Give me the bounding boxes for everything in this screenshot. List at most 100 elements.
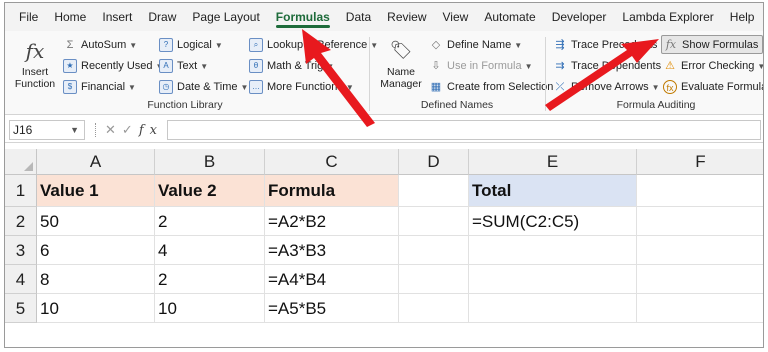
tab-power-pivot[interactable]: Power Pivot xyxy=(762,3,763,31)
logical-button[interactable]: ? Logical ▼ xyxy=(159,36,223,54)
formula-input[interactable] xyxy=(167,120,761,140)
cell-e4[interactable] xyxy=(469,265,637,294)
cell-d3[interactable] xyxy=(399,236,469,265)
recently-used-button[interactable]: ★ Recently Used ▼ xyxy=(63,57,163,75)
autosum-button[interactable]: Σ AutoSum ▼ xyxy=(63,36,138,54)
trace-dependents-button[interactable]: ⇉ Trace Dependents xyxy=(553,57,661,75)
lookup-reference-button[interactable]: ⌕ Lookup & Reference ▼ xyxy=(249,36,378,54)
column-header-d[interactable]: D xyxy=(399,149,469,175)
use-in-formula-button[interactable]: ⇩ Use in Formula ▼ xyxy=(429,57,533,75)
tab-help[interactable]: Help xyxy=(722,3,763,31)
row-header-2[interactable]: 2 xyxy=(5,207,37,236)
insert-function-button[interactable]: fx Insert Function xyxy=(13,39,57,90)
formula-auditing-label: Formula Auditing xyxy=(616,99,696,111)
row-header-4[interactable]: 4 xyxy=(5,265,37,294)
date-time-button[interactable]: ◷ Date & Time ▼ xyxy=(159,78,248,96)
insert-function-icon[interactable]: fx xyxy=(139,123,163,138)
chevron-down-icon: ▼ xyxy=(524,61,533,71)
insert-function-label-2: Function xyxy=(14,78,56,90)
tab-automate[interactable]: Automate xyxy=(476,3,543,31)
tab-developer[interactable]: Developer xyxy=(544,3,615,31)
column-header-a[interactable]: A xyxy=(37,149,155,175)
cell-b3[interactable]: 4 xyxy=(155,236,265,265)
tab-data[interactable]: Data xyxy=(338,3,379,31)
trace-dependents-icon: ⇉ xyxy=(555,60,565,72)
remove-arrows-label: Remove Arrows xyxy=(571,81,649,93)
evaluate-formula-button[interactable]: fx Evaluate Formula xyxy=(663,78,763,96)
financial-button[interactable]: $ Financial ▼ xyxy=(63,78,136,96)
text-button[interactable]: A Text ▼ xyxy=(159,57,208,75)
cell-d4[interactable] xyxy=(399,265,469,294)
tab-lambda-explorer[interactable]: Lambda Explorer xyxy=(614,3,721,31)
cell-d5[interactable] xyxy=(399,294,469,323)
chevron-down-icon[interactable]: ▼ xyxy=(70,121,79,139)
cancel-icon[interactable]: ✕ xyxy=(105,122,122,137)
column-header-f[interactable]: F xyxy=(637,149,763,175)
tab-draw[interactable]: Draw xyxy=(140,3,184,31)
more-functions-button[interactable]: … More Functions ▼ xyxy=(249,78,354,96)
function-library-label: Function Library xyxy=(147,99,223,111)
create-from-selection-button[interactable]: ▦ Create from Selection xyxy=(429,78,554,96)
lookup-reference-label: Lookup & Reference xyxy=(267,39,368,51)
cell-a2[interactable]: 50 xyxy=(37,207,155,236)
enter-icon[interactable]: ✓ xyxy=(122,122,139,137)
cell-e2[interactable]: =SUM(C2:C5) xyxy=(469,207,637,236)
cell-e1[interactable]: Total xyxy=(469,175,637,207)
row-header-3[interactable]: 3 xyxy=(5,236,37,265)
cell-a5[interactable]: 10 xyxy=(37,294,155,323)
row-header-5[interactable]: 5 xyxy=(5,294,37,323)
cell-b4[interactable]: 2 xyxy=(155,265,265,294)
cell-f4[interactable] xyxy=(637,265,763,294)
column-header-b[interactable]: B xyxy=(155,149,265,175)
name-box[interactable]: J16 ▼ xyxy=(9,120,85,140)
name-manager-button[interactable]: 🏷 Name Manager xyxy=(377,39,425,90)
tab-home[interactable]: Home xyxy=(46,3,94,31)
define-name-button[interactable]: ◇ Define Name ▼ xyxy=(429,36,522,54)
spreadsheet-grid: A B C D E F 1 Value 1 Value 2 Formula Total 2 50 2 =A2… xyxy=(5,149,763,347)
remove-arrows-button[interactable]: ⤫ Remove Arrows ▼ xyxy=(553,78,660,96)
cell-f3[interactable] xyxy=(637,236,763,265)
column-header-e[interactable]: E xyxy=(469,149,637,175)
cell-b2[interactable]: 2 xyxy=(155,207,265,236)
cell-e5[interactable] xyxy=(469,294,637,323)
error-checking-button[interactable]: ⚠ Error Checking ▼ xyxy=(663,57,763,75)
lookup-icon: ⌕ xyxy=(249,38,263,52)
show-formulas-button[interactable]: fx Show Formulas xyxy=(661,35,763,54)
row-header-1[interactable]: 1 xyxy=(5,175,37,207)
trace-precedents-button[interactable]: ⇶ Trace Precedents xyxy=(553,36,657,54)
cell-c4[interactable]: =A4*B4 xyxy=(265,265,399,294)
cell-b1[interactable]: Value 2 xyxy=(155,175,265,207)
cell-a4[interactable]: 8 xyxy=(37,265,155,294)
cell-e3[interactable] xyxy=(469,236,637,265)
drag-handle[interactable] xyxy=(95,123,97,137)
column-header-c[interactable]: C xyxy=(265,149,399,175)
cell-d1[interactable] xyxy=(399,175,469,207)
tag-icon: 🏷 xyxy=(389,40,413,61)
more-functions-label: More Functions xyxy=(267,81,343,93)
cell-f1[interactable] xyxy=(637,175,763,207)
cell-f2[interactable] xyxy=(637,207,763,236)
tab-insert[interactable]: Insert xyxy=(94,3,140,31)
cell-f5[interactable] xyxy=(637,294,763,323)
tab-formulas[interactable]: Formulas xyxy=(268,3,338,31)
trace-precedents-label: Trace Precedents xyxy=(571,39,658,51)
cell-c5[interactable]: =A5*B5 xyxy=(265,294,399,323)
chevron-down-icon: ▼ xyxy=(326,61,335,71)
tab-page-layout[interactable]: Page Layout xyxy=(184,3,267,31)
cell-a1[interactable]: Value 1 xyxy=(37,175,155,207)
cell-d2[interactable] xyxy=(399,207,469,236)
tab-file[interactable]: File xyxy=(11,3,46,31)
recently-used-icon: ★ xyxy=(63,59,77,73)
text-icon: A xyxy=(159,59,173,73)
cell-c3[interactable]: =A3*B3 xyxy=(265,236,399,265)
cell-b5[interactable]: 10 xyxy=(155,294,265,323)
math-trig-button[interactable]: θ Math & Trig ▼ xyxy=(249,57,334,75)
select-all-corner[interactable] xyxy=(5,149,37,175)
cell-a3[interactable]: 6 xyxy=(37,236,155,265)
cell-c2[interactable]: =A2*B2 xyxy=(265,207,399,236)
tab-review[interactable]: Review xyxy=(379,3,434,31)
tab-view[interactable]: View xyxy=(435,3,477,31)
cell-c1[interactable]: Formula xyxy=(265,175,399,207)
sigma-icon: Σ xyxy=(66,39,74,51)
ribbon-divider xyxy=(369,37,370,111)
